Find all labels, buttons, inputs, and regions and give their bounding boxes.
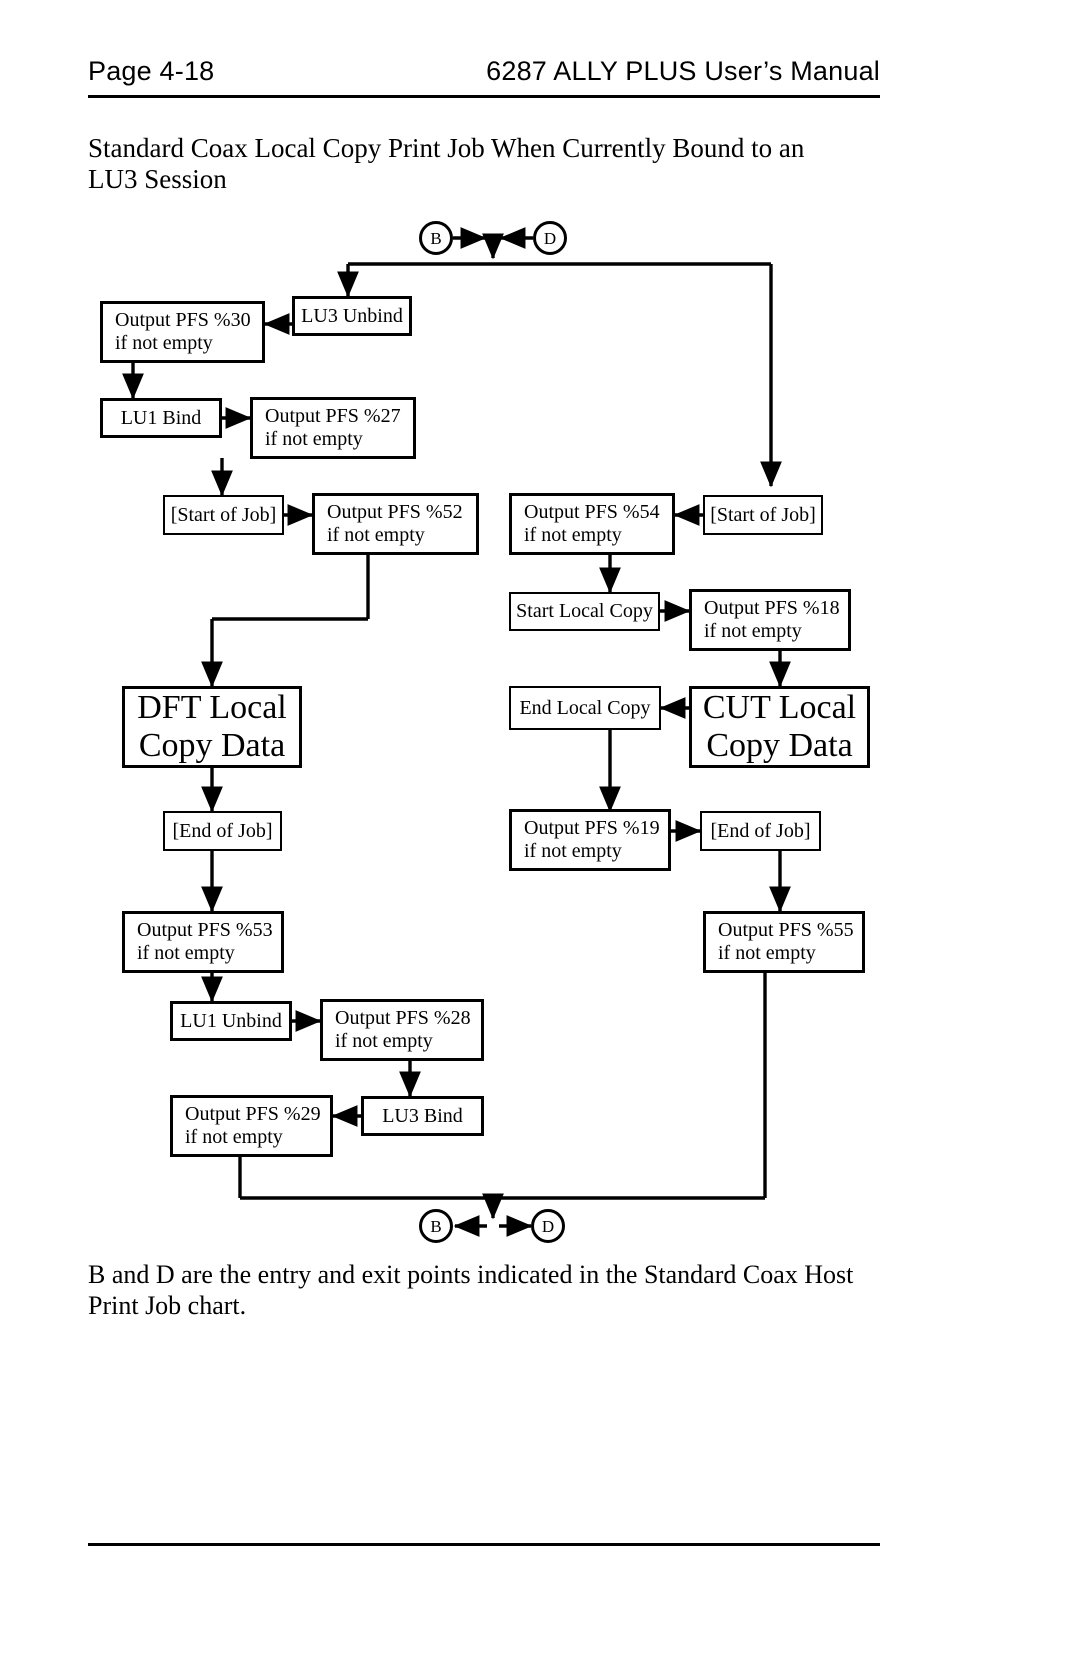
connector-d-bottom[interactable]: D [531,1209,565,1243]
node-output-pfs-27-line1: Output PFS %27 [265,405,401,427]
connector-b-top[interactable]: B [419,221,453,255]
node-end-of-job-right[interactable]: [End of Job] [700,811,821,851]
figure-caption-line1: B and D are the entry and exit points in… [88,1260,854,1289]
node-start-local-copy[interactable]: Start Local Copy [509,592,660,631]
connector-b-bottom[interactable]: B [419,1209,453,1243]
connector-d-top[interactable]: D [533,221,567,255]
page-number: Page 4-18 [88,56,215,86]
node-lu1-bind[interactable]: LU1 Bind [100,398,222,438]
node-end-local-copy[interactable]: End Local Copy [509,686,661,730]
node-lu3-bind[interactable]: LU3 Bind [361,1096,484,1136]
node-lu3-unbind[interactable]: LU3 Unbind [292,296,412,336]
section-heading-line1: Standard Coax Local Copy Print Job When … [88,133,805,163]
node-lu1-unbind[interactable]: LU1 Unbind [170,1001,292,1041]
node-lu3-unbind-label: LU3 Unbind [301,304,403,327]
node-cut-local-copy-data-line2: Copy Data [706,727,853,764]
node-start-of-job-left[interactable]: [Start of Job] [163,495,284,535]
header-rule [88,95,880,98]
node-output-pfs-28[interactable]: Output PFS %28 if not empty [320,999,484,1061]
node-output-pfs-55-line2: if not empty [718,942,816,964]
node-output-pfs-53-line1: Output PFS %53 [137,919,273,941]
section-heading-line2: LU3 Session [88,164,227,194]
node-start-local-copy-label: Start Local Copy [516,600,653,622]
section-heading: Standard Coax Local Copy Print Job When … [88,133,830,195]
flowchart: B D LU3 Unbind Output PFS %30 if not emp… [0,196,1080,1266]
node-lu1-unbind-label: LU1 Unbind [180,1009,282,1032]
connector-b-top-label: B [430,228,442,248]
node-end-of-job-left[interactable]: [End of Job] [163,811,282,851]
node-output-pfs-29-line1: Output PFS %29 [185,1103,321,1125]
manual-title: 6287 ALLY PLUS User’s Manual [486,56,880,86]
node-output-pfs-27[interactable]: Output PFS %27 if not empty [250,397,416,459]
connector-b-bottom-label: B [430,1216,442,1236]
node-output-pfs-52-line2: if not empty [327,524,425,546]
footer-rule [88,1543,880,1546]
node-dft-local-copy-data-line1: DFT Local [137,689,287,726]
node-end-of-job-right-label: [End of Job] [710,819,811,842]
node-end-local-copy-label: End Local Copy [519,696,651,719]
figure-caption: B and D are the entry and exit points in… [88,1259,878,1321]
node-output-pfs-29[interactable]: Output PFS %29 if not empty [170,1095,333,1157]
node-output-pfs-18[interactable]: Output PFS %18 if not empty [689,589,851,651]
document-page: Page 4-18 6287 ALLY PLUS User’s Manual S… [0,0,1080,1669]
node-dft-local-copy-data[interactable]: DFT Local Copy Data [122,686,302,768]
node-output-pfs-28-line2: if not empty [335,1030,433,1052]
node-output-pfs-18-line1: Output PFS %18 [704,597,840,619]
node-output-pfs-18-line2: if not empty [704,620,802,642]
node-end-of-job-left-label: [End of Job] [172,819,273,842]
node-output-pfs-52[interactable]: Output PFS %52 if not empty [312,493,479,555]
node-output-pfs-19-line1: Output PFS %19 [524,817,660,839]
node-output-pfs-29-line2: if not empty [185,1126,283,1148]
node-lu1-bind-label: LU1 Bind [120,406,202,429]
figure-caption-line2: Print Job chart. [88,1291,247,1320]
node-start-of-job-right-label: [Start of Job] [710,503,816,526]
node-output-pfs-27-line2: if not empty [265,428,363,450]
node-output-pfs-54-line1: Output PFS %54 [524,501,660,523]
node-lu3-bind-label: LU3 Bind [382,1104,463,1127]
page-header: Page 4-18 6287 ALLY PLUS User’s Manual [88,56,880,96]
node-cut-local-copy-data[interactable]: CUT Local Copy Data [689,686,870,768]
node-output-pfs-52-line1: Output PFS %52 [327,501,463,523]
connector-d-top-label: D [543,228,557,248]
node-output-pfs-53-line2: if not empty [137,942,235,964]
node-start-of-job-left-label: [Start of Job] [170,503,277,526]
node-cut-local-copy-data-line1: CUT Local [702,689,857,726]
node-output-pfs-30[interactable]: Output PFS %30 if not empty [100,301,265,363]
node-output-pfs-19-line2: if not empty [524,840,622,862]
node-output-pfs-55-line1: Output PFS %55 [718,919,854,941]
node-output-pfs-54[interactable]: Output PFS %54 if not empty [509,493,675,555]
node-output-pfs-30-line2: if not empty [115,332,213,354]
node-output-pfs-19[interactable]: Output PFS %19 if not empty [509,809,671,871]
node-dft-local-copy-data-line2: Copy Data [138,727,286,764]
node-output-pfs-55[interactable]: Output PFS %55 if not empty [703,911,865,973]
node-output-pfs-53[interactable]: Output PFS %53 if not empty [122,911,284,973]
node-output-pfs-30-line1: Output PFS %30 [115,309,251,331]
node-output-pfs-54-line2: if not empty [524,524,622,546]
node-output-pfs-28-line1: Output PFS %28 [335,1007,471,1029]
node-start-of-job-right[interactable]: [Start of Job] [703,495,823,535]
connector-d-bottom-label: D [541,1216,555,1236]
